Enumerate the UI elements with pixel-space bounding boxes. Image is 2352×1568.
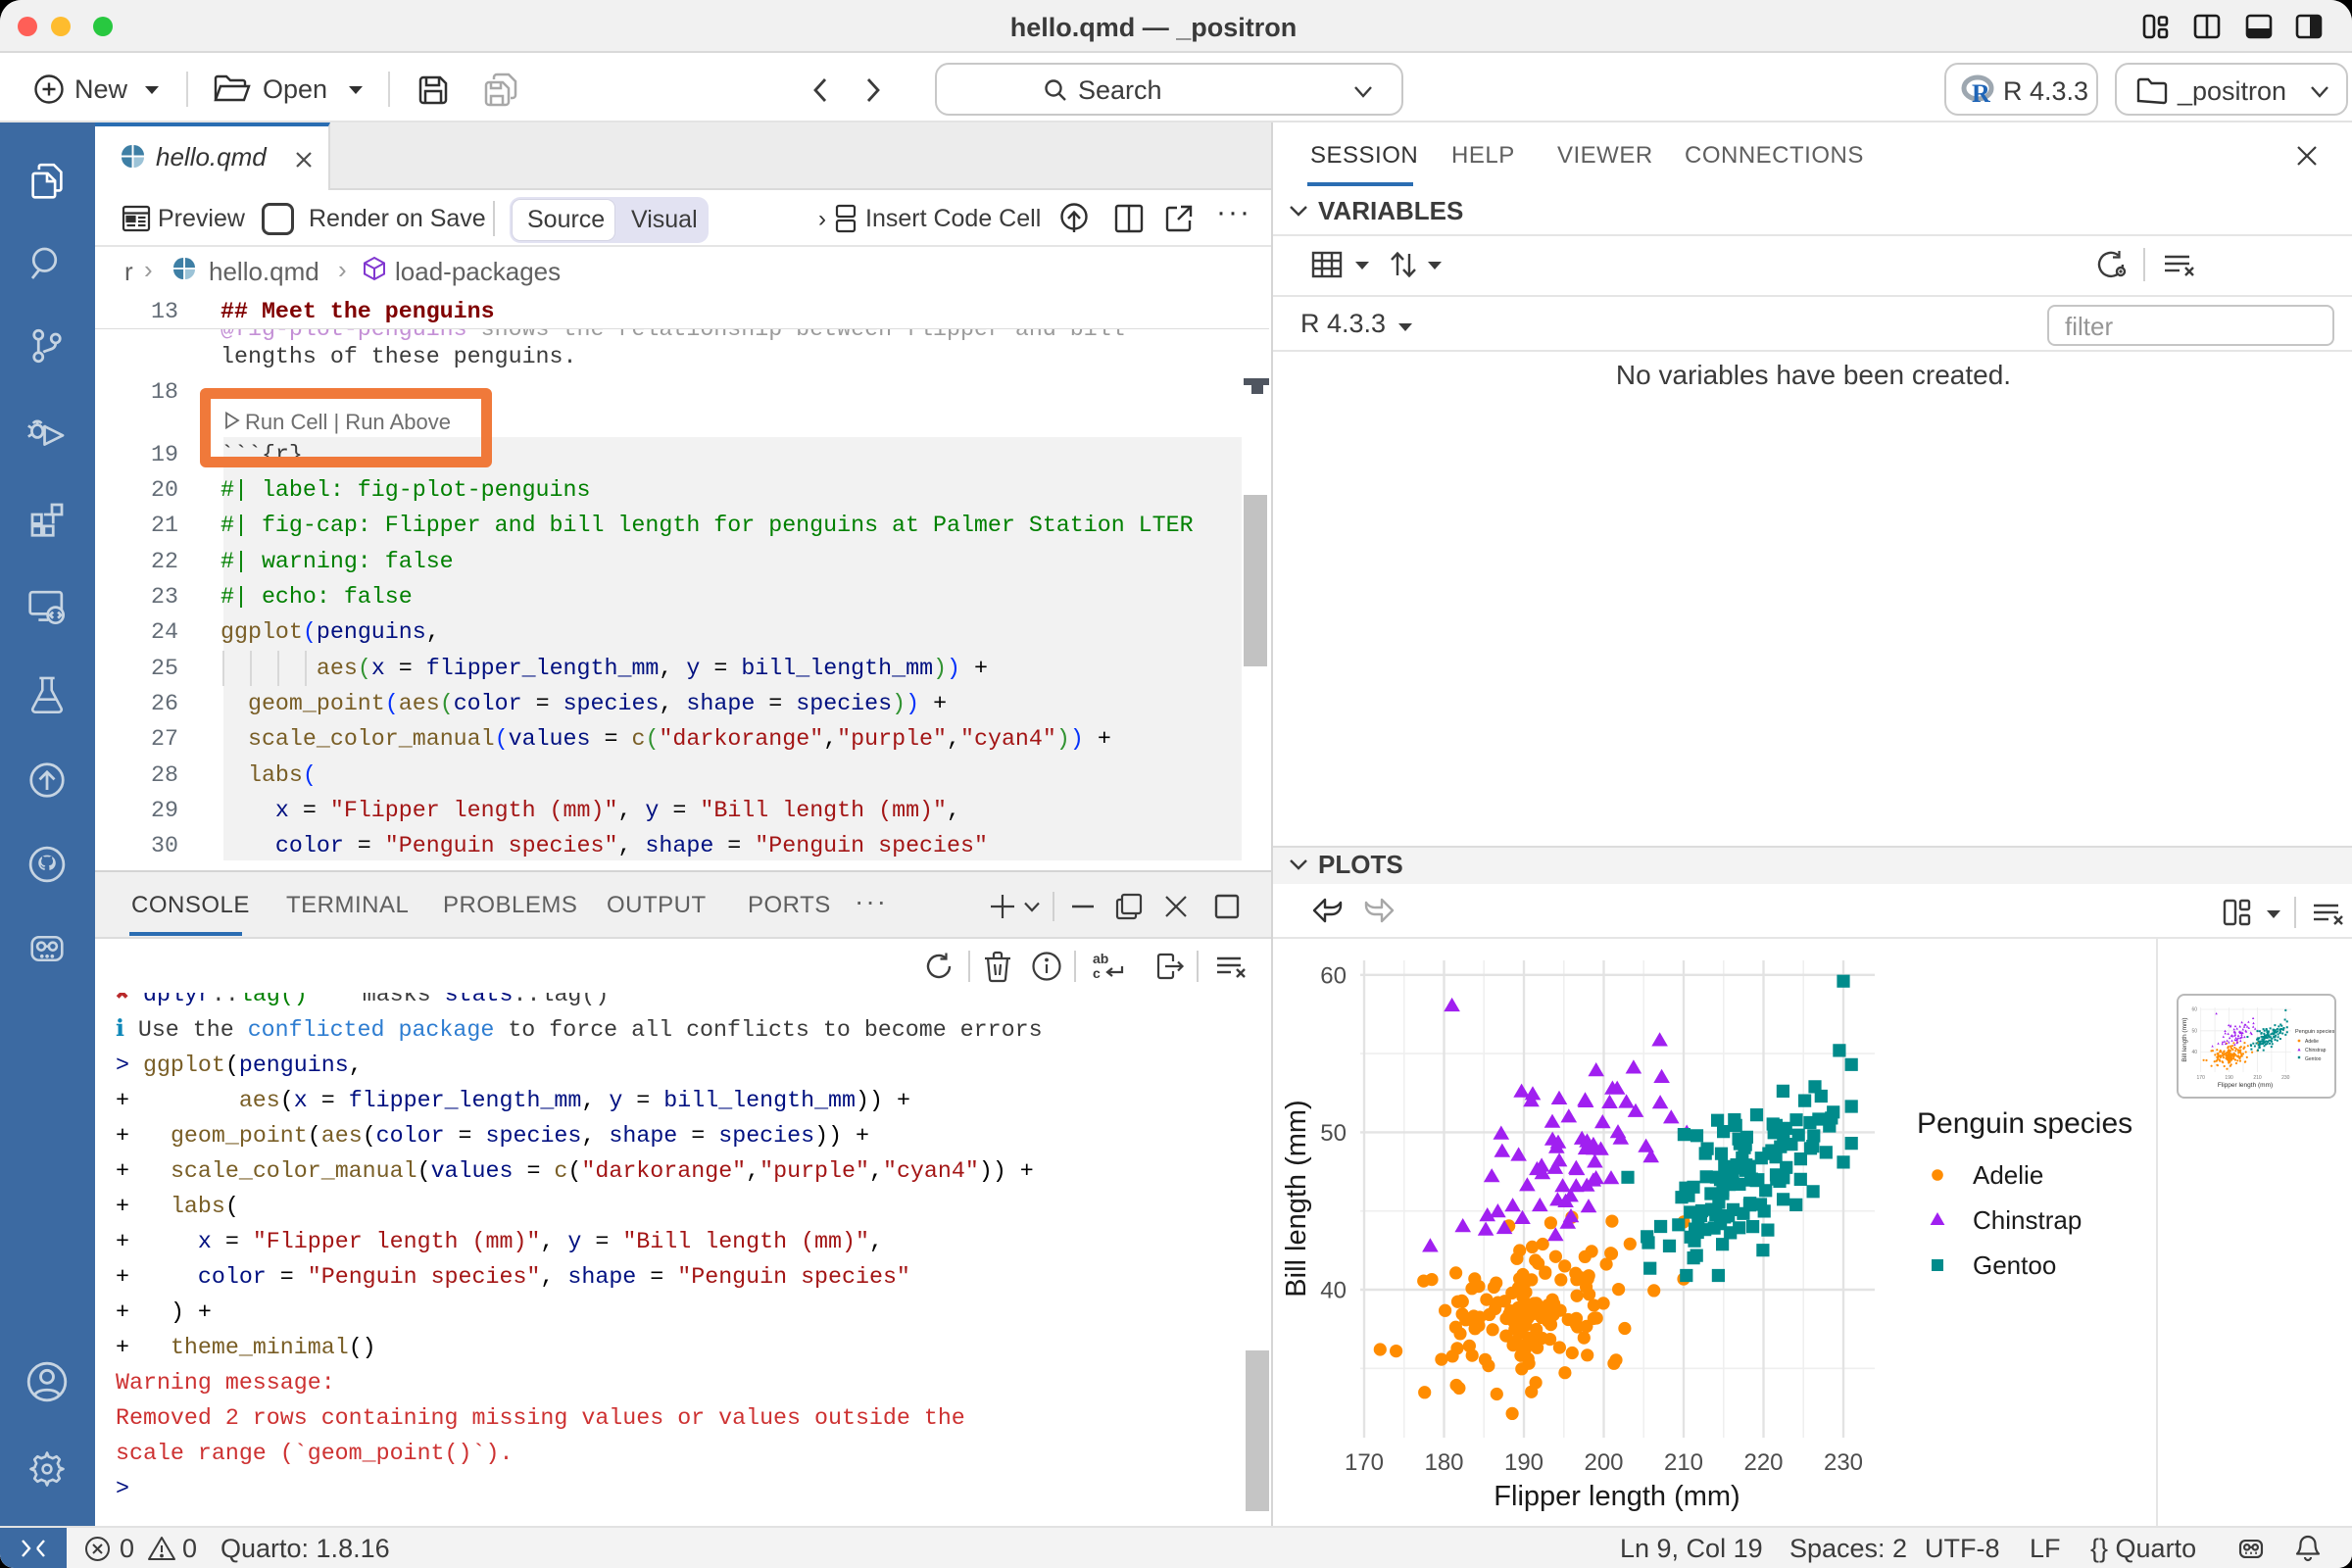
svg-text:Bill length (mm): Bill length (mm) [2181,1017,2188,1061]
svg-text:170: 170 [2197,1075,2206,1081]
svg-text:Bill length (mm): Bill length (mm) [1281,1100,1312,1297]
svg-text:230: 230 [1824,1449,1863,1476]
svg-text:Chinstrap: Chinstrap [2305,1048,2327,1054]
svg-text:Flipper length (mm): Flipper length (mm) [2218,1082,2273,1089]
svg-text:210: 210 [2253,1075,2262,1081]
svg-text:40: 40 [2191,1050,2197,1055]
svg-text:c: c [1093,965,1101,981]
svg-text:Penguin species: Penguin species [1917,1107,2132,1140]
svg-text:Adelie: Adelie [1973,1160,2043,1190]
svg-text:60: 60 [1320,962,1347,989]
svg-text:180: 180 [1424,1449,1463,1476]
svg-text:170: 170 [1345,1449,1384,1476]
svg-text:50: 50 [2191,1028,2197,1034]
svg-text:210: 210 [1664,1449,1703,1476]
svg-text:R: R [1972,79,1990,108]
svg-text:190: 190 [1504,1449,1544,1476]
svg-text:40: 40 [1320,1278,1347,1304]
svg-text:Flipper length (mm): Flipper length (mm) [1494,1481,1740,1512]
svg-text:Chinstrap: Chinstrap [1973,1205,2082,1235]
svg-text:60: 60 [2191,1007,2197,1013]
svg-text:Adelie: Adelie [2305,1039,2319,1045]
svg-text:230: 230 [2281,1075,2290,1081]
svg-text:220: 220 [1743,1449,1783,1476]
svg-text:190: 190 [2225,1075,2233,1081]
svg-text:50: 50 [1320,1120,1347,1147]
svg-text:200: 200 [1584,1449,1623,1476]
svg-text:Penguin species: Penguin species [2295,1029,2334,1035]
svg-text:Gentoo: Gentoo [1973,1250,2056,1280]
svg-text:ab: ab [1093,951,1108,966]
svg-text:Gentoo: Gentoo [2305,1056,2322,1062]
